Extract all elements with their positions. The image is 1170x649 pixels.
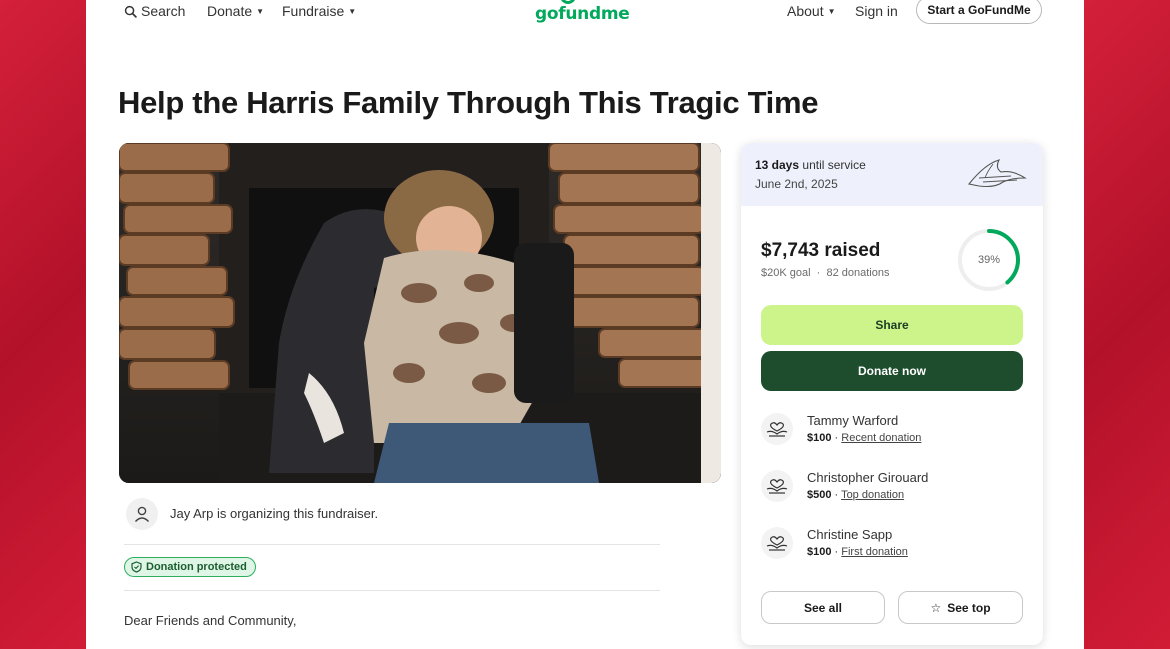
shield-icon bbox=[131, 561, 142, 573]
fundraise-menu-label: Fundraise bbox=[282, 3, 345, 19]
donation-hands-icon bbox=[761, 470, 793, 502]
signin-label: Sign in bbox=[855, 3, 898, 19]
donation-count: 82 donations bbox=[826, 267, 890, 279]
search-label: Search bbox=[141, 3, 186, 19]
goal-separator: · bbox=[813, 267, 824, 279]
about-menu[interactable]: About ▼ bbox=[787, 3, 836, 19]
donor-tag-link[interactable]: Recent donation bbox=[841, 432, 921, 444]
service-days-suffix: until service bbox=[802, 158, 866, 172]
donation-hands-icon bbox=[761, 413, 793, 445]
service-banner: 13 days until service June 2nd, 2025 bbox=[741, 143, 1043, 206]
donation-card: 13 days until service June 2nd, 2025 $7,… bbox=[741, 143, 1043, 645]
top-nav: Search Donate ▼ Fundraise ▼ gofundme Abo… bbox=[86, 0, 1084, 24]
donor-tag-link[interactable]: First donation bbox=[841, 546, 908, 558]
search-icon bbox=[124, 5, 137, 18]
goal-summary: $20K goal · 82 donations bbox=[761, 267, 889, 279]
background-right bbox=[1084, 0, 1170, 649]
donor-name: Christopher Girouard bbox=[807, 470, 929, 485]
service-date: June 2nd, 2025 bbox=[755, 177, 838, 191]
donor-name: Tammy Warford bbox=[807, 413, 899, 428]
donor-item: Christine Sapp $100 · First donation bbox=[761, 527, 1023, 567]
see-top-button[interactable]: ☆ See top bbox=[898, 591, 1023, 624]
divider bbox=[124, 590, 660, 591]
see-all-button[interactable]: See all bbox=[761, 591, 885, 624]
donor-amount: $100 bbox=[807, 432, 832, 444]
donor-amount-line: $100 · First donation bbox=[807, 546, 908, 558]
star-icon: ☆ bbox=[930, 600, 942, 615]
chevron-down-icon: ▼ bbox=[348, 6, 357, 16]
signin-link[interactable]: Sign in bbox=[855, 3, 898, 19]
organizer-text: Jay Arp is organizing this fundraiser. bbox=[170, 506, 379, 521]
background-left bbox=[0, 0, 86, 649]
see-all-label: See all bbox=[803, 600, 843, 615]
donate-menu-label: Donate bbox=[207, 3, 253, 19]
donor-amount: $100 bbox=[807, 546, 832, 558]
story-text: Dear Friends and Community, bbox=[124, 613, 297, 628]
donor-item: Christopher Girouard $500 · Top donation bbox=[761, 470, 1023, 510]
progress-percent: 39% bbox=[977, 254, 1001, 266]
donation-protected-badge[interactable]: Donation protected bbox=[124, 557, 256, 577]
see-top-label: See top bbox=[947, 600, 991, 615]
donation-hands-icon bbox=[761, 527, 793, 559]
service-days: 13 days bbox=[755, 158, 800, 172]
chevron-down-icon: ▼ bbox=[256, 6, 265, 16]
gofundme-logo[interactable]: gofundme bbox=[535, 4, 630, 24]
dove-icon bbox=[968, 159, 1027, 188]
page-title: Help the Harris Family Through This Trag… bbox=[118, 85, 819, 120]
donation-protected-label: Donation protected bbox=[146, 561, 247, 573]
donate-now-button[interactable]: Donate now bbox=[761, 351, 1023, 391]
donor-item: Tammy Warford $100 · Recent donation bbox=[761, 413, 1023, 453]
about-menu-label: About bbox=[787, 3, 824, 19]
fundraise-menu[interactable]: Fundraise ▼ bbox=[282, 3, 356, 19]
donor-amount-line: $100 · Recent donation bbox=[807, 432, 922, 444]
search-link[interactable]: Search bbox=[124, 3, 185, 19]
organizer-avatar bbox=[126, 498, 158, 530]
donor-amount: $500 bbox=[807, 489, 832, 501]
hero-photo bbox=[119, 143, 721, 483]
divider bbox=[124, 544, 660, 545]
donate-menu[interactable]: Donate ▼ bbox=[207, 3, 264, 19]
fundraiser-page: Search Donate ▼ Fundraise ▼ gofundme Abo… bbox=[86, 0, 1084, 649]
amount-raised: $7,743 raised bbox=[761, 240, 881, 261]
donor-name: Christine Sapp bbox=[807, 527, 893, 542]
hero-photo-illustration bbox=[119, 143, 721, 483]
service-countdown: 13 days until service bbox=[755, 158, 866, 172]
donor-amount-line: $500 · Top donation bbox=[807, 489, 905, 501]
user-icon bbox=[134, 506, 150, 522]
goal-amount: $20K goal bbox=[761, 267, 811, 279]
start-gofundme-button[interactable]: Start a GoFundMe bbox=[916, 0, 1042, 24]
chevron-down-icon: ▼ bbox=[827, 6, 836, 16]
share-button[interactable]: Share bbox=[761, 305, 1023, 345]
donor-tag-link[interactable]: Top donation bbox=[841, 489, 904, 501]
